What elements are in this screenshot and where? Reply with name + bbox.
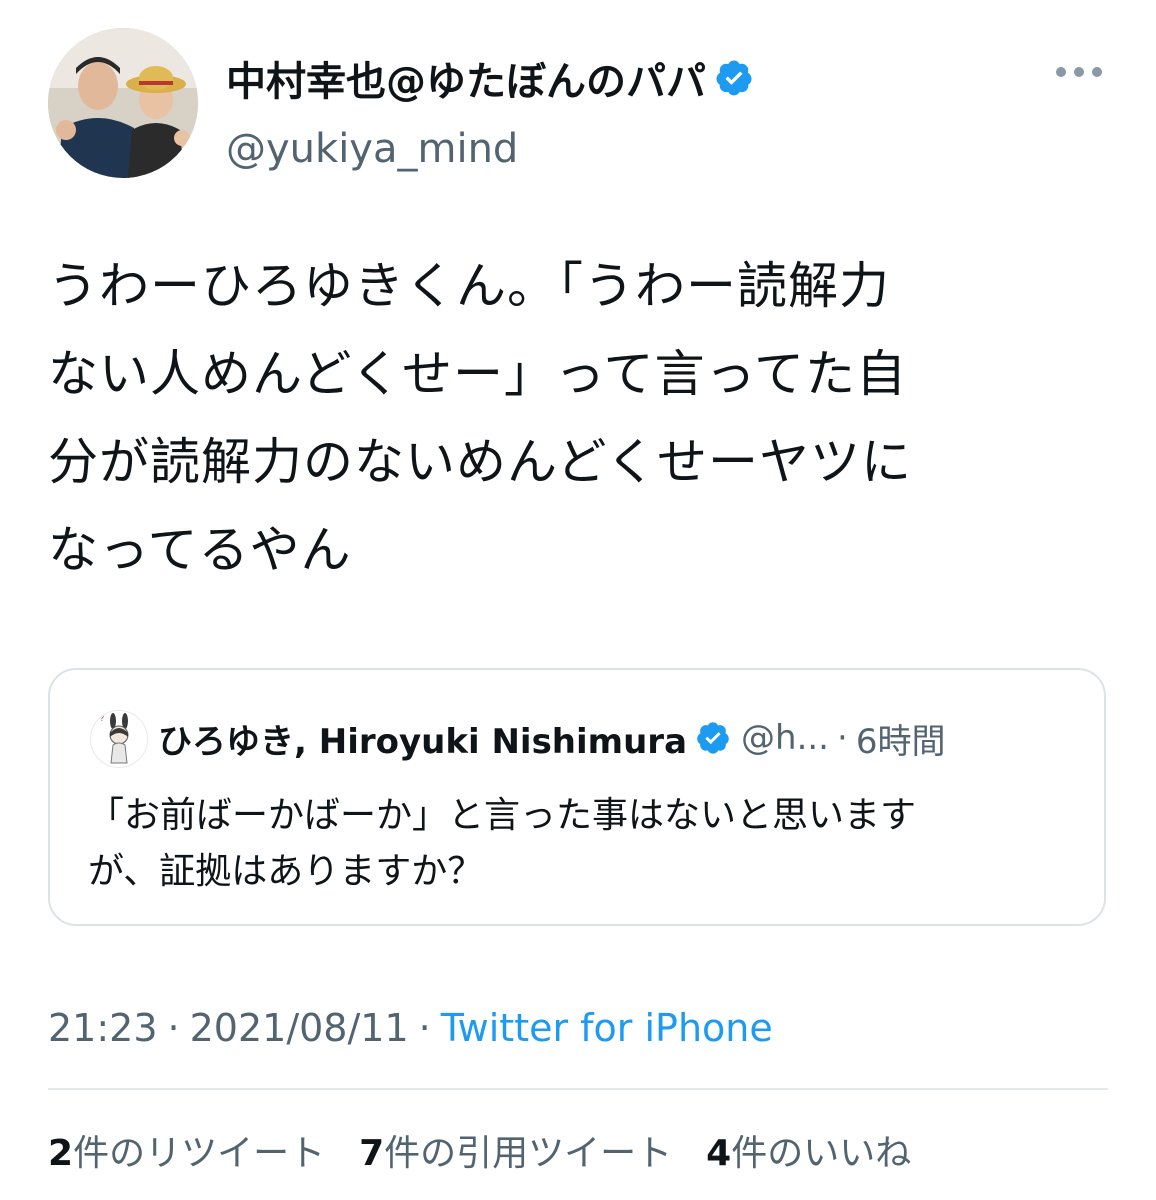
author-avatar[interactable] <box>48 28 198 178</box>
quoted-tweet-card[interactable]: ? ひろゆき, Hiroyuki Nishimura @h... · 6時間 「… <box>48 668 1106 926</box>
tweet-text: うわーひろゆきくん。「うわー読解力 ない人めんどくせー」って言ってた自 分が読解… <box>48 257 912 579</box>
tweet-stats: 2件のリツイート 7件の引用ツイート 4件のいいね <box>48 1122 945 1178</box>
likes-count: 4 <box>706 1133 732 1174</box>
retweets-count: 2 <box>48 1133 74 1174</box>
quoted-avatar-illustration-icon: ? <box>91 711 147 767</box>
quoted-author-handle: @h... <box>741 718 829 758</box>
profile-photo-icon <box>48 28 198 178</box>
verified-badge-icon <box>697 722 729 754</box>
likes-stat[interactable]: 4件のいいね <box>706 1124 911 1176</box>
author-display-name[interactable]: 中村幸也@ゆたぼんのパパ <box>226 49 706 107</box>
tweet-meta: 21:23 · 2021/08/11 · Twitter for iPhone <box>48 1000 773 1056</box>
more-horizontal-icon[interactable] <box>1056 60 1102 84</box>
tweet-source-link[interactable]: Twitter for iPhone <box>441 1006 773 1050</box>
svg-text:?: ? <box>100 714 104 723</box>
retweets-stat[interactable]: 2件のリツイート <box>48 1124 325 1176</box>
divider <box>48 1088 1108 1090</box>
tweet-date[interactable]: 2021/08/11 <box>190 1006 409 1050</box>
meta-separator: · <box>418 1006 431 1050</box>
author-handle[interactable]: @yukiya_mind <box>226 126 518 172</box>
quoted-tweet-text: 「お前ばーかばーか」と言った事はないと思います が、証拠はありますか？ <box>88 795 917 892</box>
meta-separator: · <box>167 1006 180 1050</box>
quote-tweets-count: 7 <box>359 1133 385 1174</box>
tweet-time[interactable]: 21:23 <box>48 1006 158 1050</box>
more-dot <box>1092 67 1102 77</box>
quoted-author-avatar: ? <box>90 710 148 768</box>
quote-tweets-label: 件の引用ツイート <box>384 1133 673 1174</box>
retweets-label: 件のリツイート <box>73 1133 326 1174</box>
verified-badge-icon <box>716 60 752 96</box>
more-dot <box>1056 67 1066 77</box>
likes-label: 件のいいね <box>731 1133 912 1174</box>
quoted-author-name: ひろゆき, Hiroyuki Nishimura <box>158 721 688 762</box>
quoted-tweet-header: ひろゆき, Hiroyuki Nishimura @h... · 6時間 <box>158 708 945 768</box>
quote-tweets-stat[interactable]: 7件の引用ツイート <box>359 1124 672 1176</box>
quoted-timestamp: 6時間 <box>855 721 946 762</box>
author-name-row[interactable]: 中村幸也@ゆたぼんのパパ <box>226 48 754 108</box>
quoted-separator: · <box>837 718 848 758</box>
tweet-header: 中村幸也@ゆたぼんのパパ @yukiya_mind <box>48 28 1108 178</box>
more-dot <box>1074 67 1084 77</box>
